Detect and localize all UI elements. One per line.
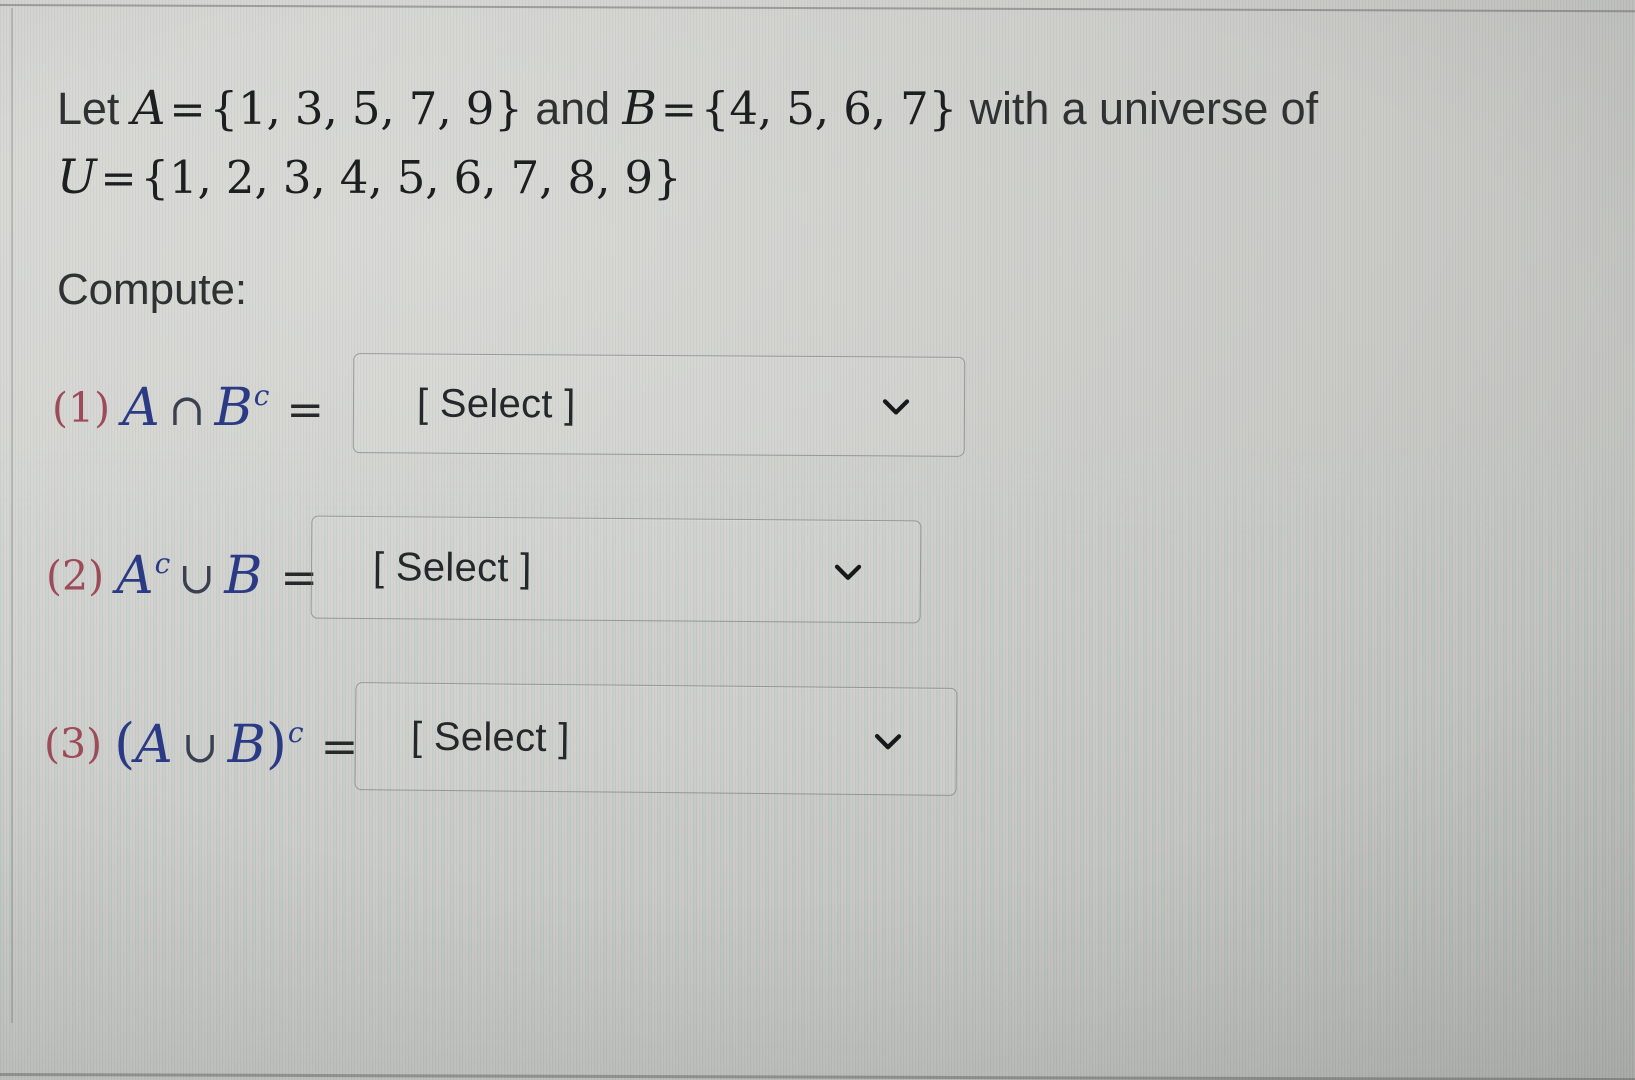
chevron-down-icon[interactable] (878, 388, 914, 424)
expression-3: ( A ∪ B ) c = (114, 712, 358, 775)
universe-symbol: U (57, 149, 97, 205)
expr3-union-operator: ∪ (181, 722, 219, 773)
set-a-symbol: A (131, 81, 166, 136)
expr3-left-var: A (135, 715, 173, 775)
set-a-value: {1, 3, 5, 7, 9} (209, 82, 523, 135)
expr1-right-var: B (214, 378, 253, 438)
set-b-value: {4, 5, 6, 7} (700, 82, 958, 135)
set-b-symbol: B (622, 81, 657, 136)
expr3-right-var: B (227, 715, 266, 775)
expression-1: A ∩ B c = (122, 378, 324, 438)
answer-select-2-placeholder: [ Select ] (372, 545, 532, 591)
expr3-complement-superscript: c (287, 716, 304, 749)
expr2-complement-superscript: c (154, 547, 171, 580)
question-number-2: (2) (46, 552, 105, 600)
answer-select-3-placeholder: [ Select ] (410, 714, 570, 760)
statement-lead: Let (57, 83, 132, 134)
expr2-union-operator: ∪ (178, 553, 216, 604)
chevron-down-icon[interactable] (870, 723, 906, 759)
expr2-right-var: B (224, 546, 263, 606)
expr3-open-paren: ( (114, 712, 136, 775)
statement-conjunction: and (522, 83, 623, 134)
answer-select-2[interactable]: [ Select ] (310, 515, 922, 624)
compute-label: Compute: (57, 265, 247, 314)
question-number-1: (1) (52, 384, 111, 432)
question-content: Let A={1, 3, 5, 7, 9} and B={4, 5, 6, 7}… (0, 0, 1635, 1080)
statement-equals-2: = (660, 85, 697, 135)
expr2-left-var: A (116, 546, 154, 606)
photographed-screen-surface: Let A={1, 3, 5, 7, 9} and B={4, 5, 6, 7}… (0, 0, 1635, 1080)
statement-equals-3: = (100, 153, 137, 204)
answer-select-1[interactable]: [ Select ] (352, 353, 966, 457)
expr1-left-var: A (122, 378, 160, 438)
statement-equals-1: = (169, 85, 206, 135)
question-row-1: (1) A ∩ B c = (52, 378, 324, 438)
expr3-close-paren: ) (265, 712, 287, 775)
answer-select-1-placeholder: [ Select ] (416, 381, 576, 426)
expression-2: A c ∪ B = (116, 546, 318, 606)
universe-value: {1, 2, 3, 4, 5, 6, 7, 8, 9} (140, 150, 682, 204)
question-number-3: (3) (44, 719, 103, 768)
expr1-intersection-operator: ∩ (168, 385, 206, 436)
question-row-3: (3) ( A ∪ B ) c = (44, 712, 358, 775)
chevron-down-icon[interactable] (830, 553, 866, 589)
question-row-2: (2) A c ∪ B = (46, 546, 318, 606)
expr1-complement-superscript: c (253, 379, 270, 412)
expr1-equals: = (286, 383, 325, 436)
statement-tail: with a universe of (957, 83, 1318, 134)
problem-statement: Let A={1, 3, 5, 7, 9} and B={4, 5, 6, 7}… (57, 75, 1387, 212)
answer-select-3[interactable]: [ Select ] (354, 682, 958, 796)
expr3-equals: = (320, 720, 359, 773)
